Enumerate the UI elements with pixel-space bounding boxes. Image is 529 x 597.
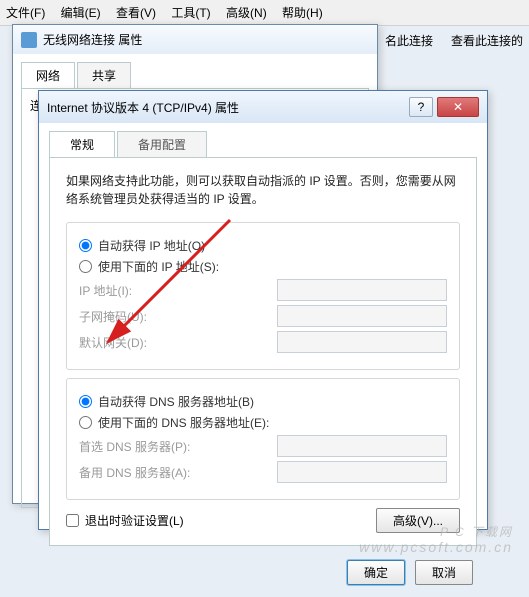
subnet-mask-label: 子网掩码(U): bbox=[79, 308, 277, 325]
gateway-label: 默认网关(D): bbox=[79, 334, 277, 351]
cancel-button[interactable]: 取消 bbox=[415, 560, 473, 585]
menu-advanced[interactable]: 高级(N) bbox=[226, 6, 267, 20]
dns-alt-label: 备用 DNS 服务器(A): bbox=[79, 464, 277, 481]
menubar: 文件(F) 编辑(E) 查看(V) 工具(T) 高级(N) 帮助(H) bbox=[0, 0, 529, 26]
dns-pref-label: 首选 DNS 服务器(P): bbox=[79, 438, 277, 455]
dns-group: 自动获得 DNS 服务器地址(B) 使用下面的 DNS 服务器地址(E): 首选… bbox=[66, 378, 460, 500]
tab-share[interactable]: 共享 bbox=[77, 62, 131, 88]
menu-help[interactable]: 帮助(H) bbox=[282, 6, 323, 20]
menu-edit[interactable]: 编辑(E) bbox=[61, 6, 101, 20]
ip-address-label: IP 地址(I): bbox=[79, 282, 277, 299]
adapter-titlebar: 无线网络连接 属性 bbox=[13, 25, 377, 54]
tab-general[interactable]: 常规 bbox=[49, 131, 115, 157]
dns-alt-field bbox=[277, 461, 447, 483]
description-text: 如果网络支持此功能，则可以获取自动指派的 IP 设置。否则，您需要从网络系统管理… bbox=[66, 172, 460, 208]
tab-alt-config[interactable]: 备用配置 bbox=[117, 131, 207, 157]
rename-connection[interactable]: 名此连接 bbox=[385, 32, 433, 49]
dns-manual-radio[interactable]: 使用下面的 DNS 服务器地址(E): bbox=[79, 414, 447, 431]
subnet-mask-field bbox=[277, 305, 447, 327]
gateway-field bbox=[277, 331, 447, 353]
ip-group: 自动获得 IP 地址(O) 使用下面的 IP 地址(S): IP 地址(I): … bbox=[66, 222, 460, 370]
ipv4-title: Internet 协议版本 4 (TCP/IPv4) 属性 bbox=[47, 99, 239, 116]
ipv4-properties-window: Internet 协议版本 4 (TCP/IPv4) 属性 ? ✕ 常规 备用配… bbox=[38, 90, 488, 530]
diagnose-connection[interactable]: 查看此连接的 bbox=[451, 32, 523, 49]
help-icon[interactable]: ? bbox=[409, 97, 433, 117]
adapter-title: 无线网络连接 属性 bbox=[43, 31, 142, 48]
menu-view[interactable]: 查看(V) bbox=[116, 6, 156, 20]
ipv4-titlebar[interactable]: Internet 协议版本 4 (TCP/IPv4) 属性 ? ✕ bbox=[39, 91, 487, 123]
tab-network[interactable]: 网络 bbox=[21, 62, 75, 88]
close-icon[interactable]: ✕ bbox=[437, 97, 479, 117]
adapter-icon bbox=[21, 32, 37, 48]
dns-pref-field bbox=[277, 435, 447, 457]
ip-auto-radio[interactable]: 自动获得 IP 地址(O) bbox=[79, 237, 447, 254]
validate-checkbox[interactable]: 退出时验证设置(L) bbox=[66, 512, 184, 529]
ip-manual-radio[interactable]: 使用下面的 IP 地址(S): bbox=[79, 258, 447, 275]
menu-file[interactable]: 文件(F) bbox=[6, 6, 45, 20]
ok-button[interactable]: 确定 bbox=[347, 560, 405, 585]
dns-auto-radio[interactable]: 自动获得 DNS 服务器地址(B) bbox=[79, 393, 447, 410]
watermark: P C 下载网 www.pcsoft.com.cn bbox=[359, 525, 513, 556]
ip-address-field bbox=[277, 279, 447, 301]
menu-tools[interactable]: 工具(T) bbox=[171, 6, 210, 20]
